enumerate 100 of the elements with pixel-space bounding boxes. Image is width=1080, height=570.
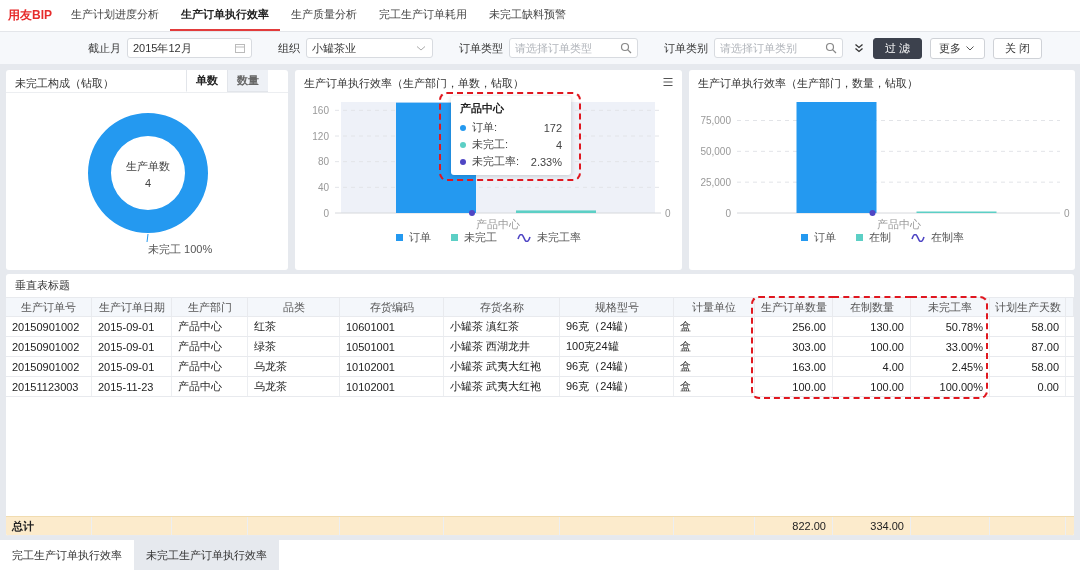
panel-title: 生产订单执行效率（生产部门，单数，钻取）: [303, 76, 524, 91]
table-cell: 20151123003: [6, 377, 92, 396]
leader-line: [146, 233, 149, 243]
tooltip-label: 订单:: [472, 120, 499, 135]
table-cell: 乌龙茶: [248, 357, 340, 376]
line-point: [469, 210, 475, 216]
filter-button[interactable]: 过 滤: [873, 37, 922, 59]
field-label: 订单类别: [664, 40, 708, 56]
table-cell: 2015-09-01: [92, 317, 172, 336]
table-cell: 盒: [674, 317, 755, 336]
legend-line-icon: [910, 233, 925, 242]
table-cell: 20150901002: [6, 337, 92, 356]
total-cell: 334.00: [833, 517, 911, 535]
column-header[interactable]: 生产订单号: [6, 298, 92, 316]
legend-label: 在制率: [930, 230, 964, 245]
line-point: [869, 210, 876, 216]
table-cell: 盒: [674, 377, 755, 396]
axis-tick-label: 80: [317, 156, 329, 168]
category-label: 产品中心: [876, 218, 921, 230]
legend-label: 订单: [409, 230, 431, 245]
table-cell: 2015-09-01: [92, 337, 172, 356]
table-cell: 163.00: [755, 357, 833, 376]
column-header[interactable]: 未完工率: [911, 298, 990, 316]
nav-tab[interactable]: 未完工缺料预警: [478, 0, 577, 31]
nav-tab[interactable]: 生产质量分析: [280, 0, 368, 31]
table-cell: 100.00%: [911, 377, 990, 396]
table-cell: 小罐茶 武夷大红袍: [444, 357, 560, 376]
field-label: 截止月: [88, 40, 121, 56]
table-cell: 50.78%: [911, 317, 990, 336]
column-header[interactable]: 在制数量: [833, 298, 911, 316]
legend-label: 未完工: [464, 230, 497, 245]
column-header[interactable]: 品类: [248, 298, 340, 316]
panel-title: 生产订单执行效率（生产部门，数量，钻取）: [697, 76, 918, 91]
expand-icon[interactable]: [853, 42, 865, 54]
table-cell: 产品中心: [172, 337, 248, 356]
legend-label: 订单: [813, 230, 836, 245]
table-cell: 产品中心: [172, 377, 248, 396]
nav-tab[interactable]: 生产计划进度分析: [60, 0, 170, 31]
sheet-tab[interactable]: 未完工生产订单执行效率: [134, 540, 279, 570]
table-cell: 10102001: [340, 357, 444, 376]
table-cell: 100.00: [755, 377, 833, 396]
tooltip-value: 2.33%: [530, 155, 562, 168]
table-cell: 小罐茶 武夷大红袍: [444, 377, 560, 396]
column-header[interactable]: 计量单位: [674, 298, 755, 316]
table-cell: 乌龙茶: [248, 377, 340, 396]
table-cell: 58.00: [990, 317, 1066, 336]
calendar-icon: [234, 42, 246, 54]
legend-swatch: [855, 234, 863, 241]
category-label: 产品中心: [476, 218, 520, 230]
table-cell: 130.00: [833, 317, 911, 336]
date-field[interactable]: 2015年12月: [127, 38, 252, 58]
tooltip-value: 4: [555, 138, 562, 151]
column-header[interactable]: 规格型号: [560, 298, 674, 316]
column-header[interactable]: 存货编码: [340, 298, 444, 316]
nav-tab[interactable]: 完工生产订单耗用: [368, 0, 478, 31]
more-button[interactable]: 更多: [930, 37, 985, 59]
column-header[interactable]: 生产订单日期: [92, 298, 172, 316]
close-button[interactable]: 关 闭: [993, 37, 1042, 59]
center-label: 生产单数: [126, 160, 170, 172]
search-field[interactable]: 请选择订单类别: [714, 38, 843, 58]
table-cell: 303.00: [755, 337, 833, 356]
search-field[interactable]: 请选择订单类型: [509, 38, 638, 58]
column-header[interactable]: 存货名称: [444, 298, 560, 316]
axis-tick-label: 0: [665, 207, 671, 219]
table-cell: 产品中心: [172, 317, 248, 336]
legend-swatch: [800, 234, 808, 241]
brand-logo: 用友BIP: [8, 7, 52, 24]
table-cell: 100.00: [833, 377, 911, 396]
table-cell: 58.00: [990, 357, 1066, 376]
total-label: 总计: [6, 517, 92, 535]
axis-tick-label: 25,000: [700, 176, 731, 188]
axis-tick-label: 75,000: [700, 115, 731, 126]
table-title: 垂直表标题: [14, 278, 71, 293]
table-cell: 小罐茶 滇红茶: [444, 317, 560, 336]
tooltip-title: 产品中心: [460, 101, 505, 116]
axis-tick-label: 120: [312, 130, 329, 142]
field-label: 订单类型: [459, 40, 503, 56]
table-cell: 产品中心: [172, 357, 248, 376]
axis-tick-label: 0: [1064, 207, 1070, 219]
field-label: 组织: [278, 40, 300, 56]
table-cell: 96克（24罐）: [560, 357, 674, 376]
table-cell: 100.00: [833, 337, 911, 356]
column-header[interactable]: 生产部门: [172, 298, 248, 316]
axis-tick-label: 0: [323, 207, 329, 219]
table-cell: 2015-11-23: [92, 377, 172, 396]
table-cell: 盒: [674, 357, 755, 376]
panel-tab[interactable]: 数量: [227, 70, 268, 92]
panel-title: 未完工构成（钻取）: [14, 76, 114, 91]
select-field[interactable]: 小罐茶业: [306, 38, 433, 58]
axis-tick-label: 40: [317, 181, 329, 193]
menu-icon[interactable]: [662, 76, 674, 88]
table-cell: 96克（24罐）: [560, 377, 674, 396]
slice-label: 未完工 100%: [148, 243, 213, 255]
axis-tick-label: 160: [312, 104, 329, 116]
tooltip-value: 172: [543, 121, 562, 134]
table-cell: 红茶: [248, 317, 340, 336]
column-header[interactable]: 计划生产天数: [990, 298, 1066, 316]
column-header[interactable]: 生产订单数量: [755, 298, 833, 316]
tooltip-label: 未完工率:: [472, 154, 521, 169]
center-value: 4: [144, 177, 152, 189]
